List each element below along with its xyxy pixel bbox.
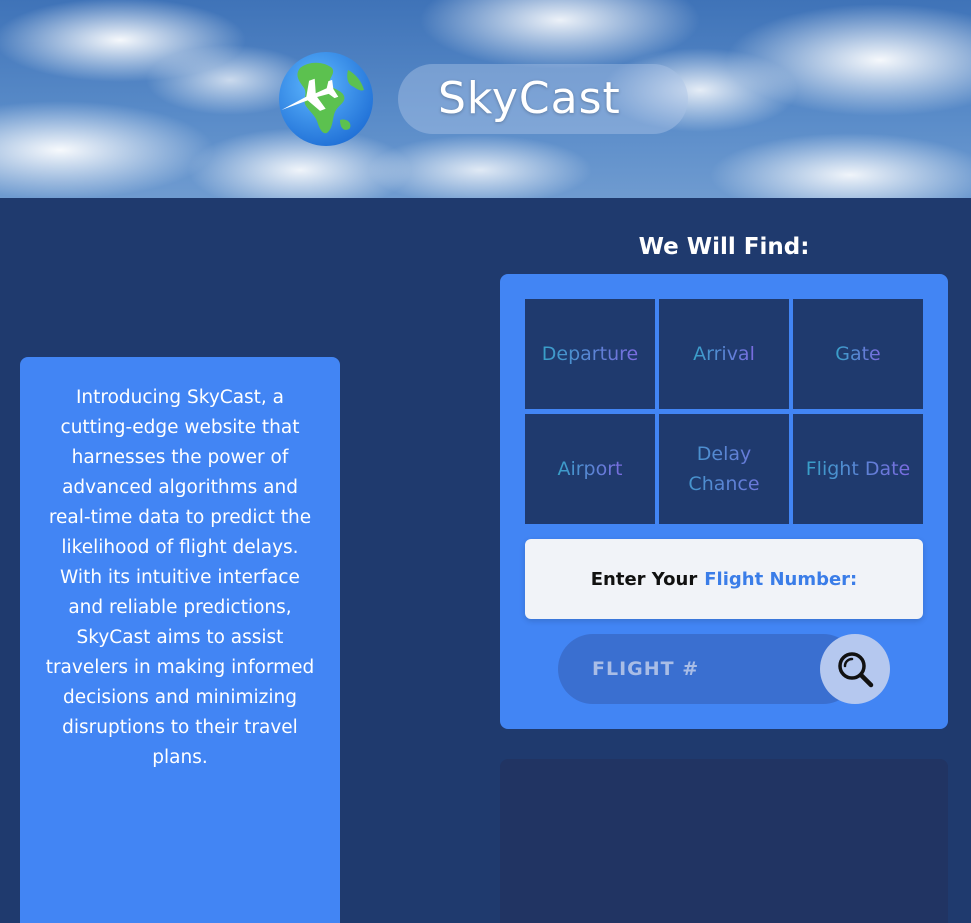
flight-number-prompt: Enter Your Flight Number: <box>525 539 923 619</box>
feature-label: Gate <box>835 339 881 369</box>
feature-label: Flight Date <box>806 454 911 484</box>
feature-gate: Gate <box>793 299 923 409</box>
flight-number-input[interactable] <box>592 648 812 690</box>
feature-label: Delay Chance <box>663 439 785 499</box>
page: SkyCast Introducing SkyCast, a cutting-e… <box>0 0 971 923</box>
prompt-lead: Enter Your <box>590 568 698 590</box>
feature-label: Airport <box>557 454 622 484</box>
feature-delay-chance: Delay Chance <box>659 414 789 524</box>
prompt-accent: Flight Number: <box>704 568 858 590</box>
brand-title: SkyCast <box>438 73 621 124</box>
globe-with-airplane-icon <box>279 52 373 146</box>
feature-label: Departure <box>542 339 638 369</box>
intro-card: Introducing SkyCast, a cutting-edge webs… <box>20 357 340 923</box>
search-button[interactable] <box>820 634 890 704</box>
feature-grid: Departure Arrival Gate Airport Delay Cha… <box>525 299 923 524</box>
feature-flight-date: Flight Date <box>793 414 923 524</box>
feature-label: Arrival <box>693 339 755 369</box>
find-heading: We Will Find: <box>638 234 810 260</box>
feature-airport: Airport <box>525 414 655 524</box>
header-banner: SkyCast <box>0 0 971 198</box>
feature-departure: Departure <box>525 299 655 409</box>
search-icon <box>838 652 874 688</box>
result-panel <box>500 759 948 923</box>
feature-arrival: Arrival <box>659 299 789 409</box>
intro-text: Introducing SkyCast, a cutting-edge webs… <box>45 387 315 768</box>
